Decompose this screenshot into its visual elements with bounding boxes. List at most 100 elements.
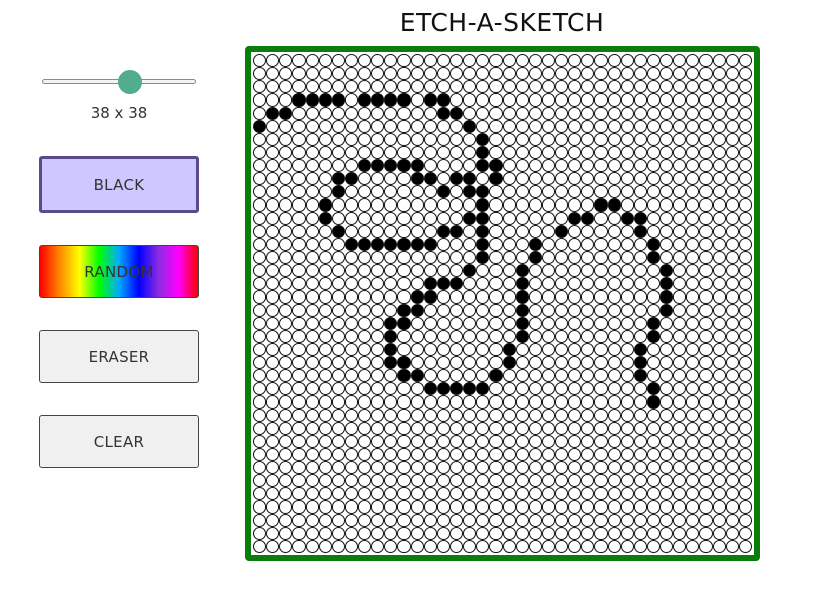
grid-cell[interactable]	[476, 474, 490, 488]
grid-cell[interactable]	[712, 106, 726, 120]
grid-cell[interactable]	[371, 172, 385, 186]
grid-cell[interactable]	[371, 132, 385, 146]
grid-cell[interactable]	[266, 513, 280, 527]
grid-cell[interactable]	[266, 395, 280, 409]
grid-cell[interactable]	[410, 119, 424, 133]
grid-cell[interactable]	[660, 395, 674, 409]
grid-cell[interactable]	[581, 382, 595, 396]
grid-cell[interactable]	[568, 526, 582, 540]
grid-cell[interactable]	[331, 461, 345, 475]
grid-cell[interactable]	[502, 250, 516, 265]
grid-cell[interactable]	[515, 132, 529, 146]
grid-cell[interactable]	[620, 461, 634, 475]
grid-cell[interactable]	[436, 198, 450, 212]
grid-cell[interactable]	[279, 159, 293, 173]
grid-cell[interactable]	[686, 145, 700, 160]
grid-cell[interactable]	[568, 54, 582, 68]
grid-cell[interactable]	[292, 329, 306, 343]
grid-cell[interactable]	[476, 80, 490, 94]
grid-cell[interactable]	[397, 513, 411, 527]
eraser-button[interactable]: ERASER	[39, 330, 199, 383]
grid-cell[interactable]	[541, 211, 556, 225]
grid-cell[interactable]	[528, 487, 542, 501]
grid-cell[interactable]	[436, 434, 450, 448]
grid-cell[interactable]	[699, 356, 713, 370]
grid-cell[interactable]	[620, 250, 634, 265]
grid-cell[interactable]	[502, 159, 516, 173]
grid-cell[interactable]	[620, 487, 634, 501]
grid-cell[interactable]	[410, 369, 424, 383]
grid-cell[interactable]	[253, 461, 267, 475]
grid-cell[interactable]	[489, 264, 503, 278]
grid-cell[interactable]	[633, 539, 647, 553]
grid-cell[interactable]	[423, 250, 437, 265]
grid-cell[interactable]	[463, 237, 477, 251]
grid-cell[interactable]	[423, 369, 437, 383]
grid-cell[interactable]	[555, 395, 569, 409]
grid-cell[interactable]	[673, 211, 687, 225]
grid-cell[interactable]	[502, 408, 516, 422]
grid-cell[interactable]	[725, 80, 739, 94]
grid-cell[interactable]	[541, 264, 556, 278]
grid-cell[interactable]	[633, 447, 647, 462]
grid-cell[interactable]	[568, 447, 582, 462]
grid-cell[interactable]	[568, 342, 582, 357]
grid-cell[interactable]	[358, 119, 372, 133]
grid-cell[interactable]	[607, 224, 621, 238]
grid-cell[interactable]	[331, 211, 345, 225]
grid-cell[interactable]	[410, 80, 424, 94]
grid-cell[interactable]	[607, 80, 621, 94]
grid-cell[interactable]	[397, 487, 411, 501]
grid-cell[interactable]	[594, 382, 608, 396]
grid-cell[interactable]	[292, 290, 306, 304]
grid-cell[interactable]	[502, 382, 516, 396]
grid-cell[interactable]	[344, 145, 359, 160]
grid-cell[interactable]	[305, 211, 319, 225]
grid-cell[interactable]	[646, 119, 661, 133]
grid-cell[interactable]	[449, 500, 464, 514]
grid-cell[interactable]	[463, 526, 477, 540]
grid-cell[interactable]	[594, 513, 608, 527]
grid-cell[interactable]	[358, 369, 372, 383]
grid-cell[interactable]	[371, 106, 385, 120]
grid-cell[interactable]	[476, 93, 490, 107]
grid-cell[interactable]	[502, 264, 516, 278]
grid-cell[interactable]	[699, 132, 713, 146]
grid-cell[interactable]	[515, 224, 529, 238]
grid-cell[interactable]	[371, 250, 385, 265]
grid-cell[interactable]	[463, 500, 477, 514]
grid-cell[interactable]	[423, 513, 437, 527]
grid-cell[interactable]	[555, 264, 569, 278]
grid-cell[interactable]	[568, 145, 582, 160]
grid-cell[interactable]	[279, 237, 293, 251]
grid-cell[interactable]	[489, 132, 503, 146]
grid-cell[interactable]	[712, 447, 726, 462]
grid-cell[interactable]	[686, 408, 700, 422]
grid-cell[interactable]	[305, 461, 319, 475]
grid-cell[interactable]	[502, 447, 516, 462]
grid-cell[interactable]	[463, 487, 477, 501]
grid-cell[interactable]	[292, 526, 306, 540]
grid-cell[interactable]	[489, 93, 503, 107]
grid-cell[interactable]	[699, 303, 713, 317]
grid-cell[interactable]	[253, 487, 267, 501]
grid-cell[interactable]	[371, 119, 385, 133]
grid-cell[interactable]	[502, 500, 516, 514]
grid-cell[interactable]	[581, 500, 595, 514]
grid-cell[interactable]	[266, 132, 280, 146]
grid-cell[interactable]	[673, 54, 687, 68]
grid-cell[interactable]	[541, 224, 556, 238]
grid-cell[interactable]	[397, 145, 411, 160]
grid-cell[interactable]	[555, 67, 569, 81]
grid-cell[interactable]	[292, 198, 306, 212]
grid-cell[interactable]	[528, 526, 542, 540]
grid-cell[interactable]	[253, 185, 267, 199]
grid-cell[interactable]	[712, 211, 726, 225]
grid-cell[interactable]	[660, 513, 674, 527]
grid-cell[interactable]	[686, 500, 700, 514]
grid-cell[interactable]	[292, 80, 306, 94]
grid-cell[interactable]	[673, 290, 687, 304]
grid-cell[interactable]	[253, 303, 267, 317]
grid-cell[interactable]	[292, 500, 306, 514]
grid-cell[interactable]	[476, 382, 490, 396]
